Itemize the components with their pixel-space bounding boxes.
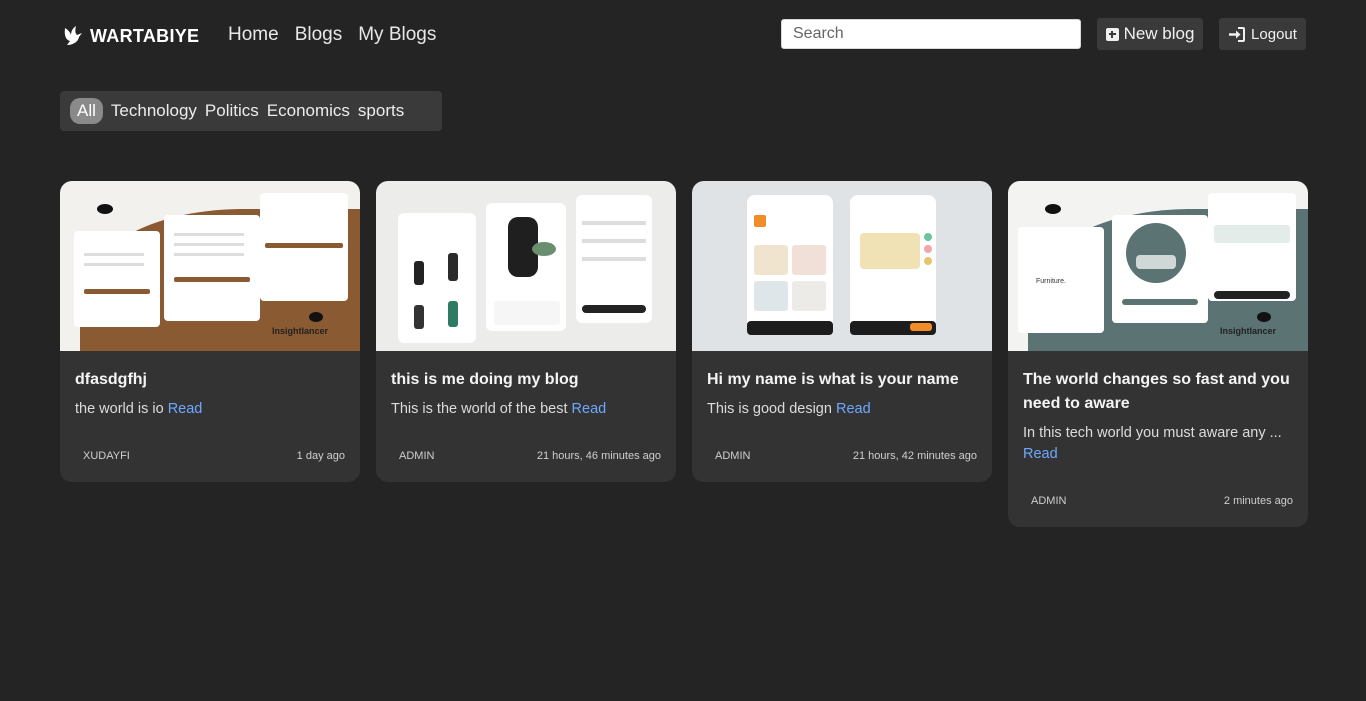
- plus-square-icon: [1105, 27, 1119, 41]
- blog-excerpt: This is the world of the best Read: [391, 399, 661, 420]
- blog-card: this is me doing my blog This is the wor…: [376, 181, 676, 482]
- timestamp: 2 minutes ago: [1223, 495, 1293, 507]
- nav-blogs-link[interactable]: Blogs: [295, 24, 343, 46]
- blog-excerpt: the world is io Read: [75, 399, 345, 420]
- category-technology[interactable]: Technology: [111, 98, 197, 124]
- category-economics[interactable]: Economics: [267, 98, 350, 124]
- excerpt-text: the world is io: [75, 401, 164, 417]
- card-meta: ADMIN 21 hours, 46 minutes ago: [391, 450, 661, 462]
- card-meta: ADMIN 2 minutes ago: [1023, 495, 1293, 507]
- read-link[interactable]: Read: [168, 401, 203, 417]
- sign-in-icon: [1229, 26, 1246, 42]
- card-body: The world changes so fast and you need t…: [1008, 351, 1308, 527]
- dove-logo-icon: [64, 26, 82, 45]
- timestamp: 21 hours, 46 minutes ago: [536, 450, 661, 462]
- thumbnail-watermark: Insightlancer: [272, 326, 329, 336]
- timestamp: 1 day ago: [296, 450, 345, 462]
- thumbnail-watermark: Insightlancer: [1220, 326, 1277, 336]
- blog-thumbnail[interactable]: [692, 181, 992, 351]
- card-body: this is me doing my blog This is the wor…: [376, 351, 676, 482]
- blog-title[interactable]: dfasdgfhj: [75, 368, 345, 392]
- card-body: Hi my name is what is your name This is …: [692, 351, 992, 482]
- blog-card: Hi my name is what is your name This is …: [692, 181, 992, 482]
- category-all[interactable]: All: [70, 98, 103, 124]
- brand-logo[interactable]: WARTABIYE: [62, 25, 199, 47]
- author-name: XUDAYFI: [83, 450, 130, 462]
- blog-thumbnail[interactable]: Insightlancer: [60, 181, 360, 351]
- category-filter: All Technology Politics Economics sports: [60, 91, 442, 131]
- author-name: ADMIN: [715, 450, 751, 462]
- nav-home-link[interactable]: Home: [228, 24, 279, 46]
- blog-title[interactable]: this is me doing my blog: [391, 368, 661, 392]
- excerpt-text: This is good design: [707, 401, 832, 417]
- blog-thumbnail[interactable]: Furniture. Insightlancer: [1008, 181, 1308, 351]
- blog-card: Insightlancer dfasdgfhj the world is io …: [60, 181, 360, 482]
- logout-button[interactable]: Logout: [1219, 18, 1306, 50]
- card-body: dfasdgfhj the world is io Read XUDAYFI 1…: [60, 351, 360, 482]
- excerpt-text: In this tech world you must aware any ..…: [1023, 425, 1282, 441]
- nav-my-blogs-link[interactable]: My Blogs: [358, 24, 436, 46]
- card-meta: XUDAYFI 1 day ago: [75, 450, 345, 462]
- new-blog-button[interactable]: New blog: [1097, 18, 1203, 50]
- category-sports[interactable]: sports: [358, 98, 404, 124]
- blog-title[interactable]: Hi my name is what is your name: [707, 368, 977, 392]
- blog-excerpt: This is good design Read: [707, 399, 977, 420]
- blog-title[interactable]: The world changes so fast and you need t…: [1023, 368, 1293, 416]
- blog-excerpt: In this tech world you must aware any ..…: [1023, 423, 1293, 465]
- blog-thumbnail[interactable]: [376, 181, 676, 351]
- main-nav: Home Blogs My Blogs: [228, 24, 436, 46]
- brand-name: WARTABIYE: [90, 25, 200, 46]
- blog-card: Furniture. Insightlancer The world chang…: [1008, 181, 1308, 527]
- excerpt-text: This is the world of the best: [391, 401, 568, 417]
- logout-label: Logout: [1251, 25, 1297, 43]
- read-link[interactable]: Read: [572, 401, 607, 417]
- read-link[interactable]: Read: [1023, 446, 1058, 462]
- author-name: ADMIN: [399, 450, 435, 462]
- search-input[interactable]: [781, 19, 1081, 49]
- timestamp: 21 hours, 42 minutes ago: [852, 450, 977, 462]
- navbar: WARTABIYE Home Blogs My Blogs New blog L…: [0, 0, 1366, 68]
- blog-card-grid: Insightlancer dfasdgfhj the world is io …: [60, 181, 1308, 527]
- svg-text:Furniture.: Furniture.: [1036, 278, 1066, 285]
- card-meta: ADMIN 21 hours, 42 minutes ago: [707, 450, 977, 462]
- read-link[interactable]: Read: [836, 401, 871, 417]
- new-blog-label: New blog: [1123, 24, 1195, 43]
- author-name: ADMIN: [1031, 495, 1067, 507]
- category-politics[interactable]: Politics: [205, 98, 259, 124]
